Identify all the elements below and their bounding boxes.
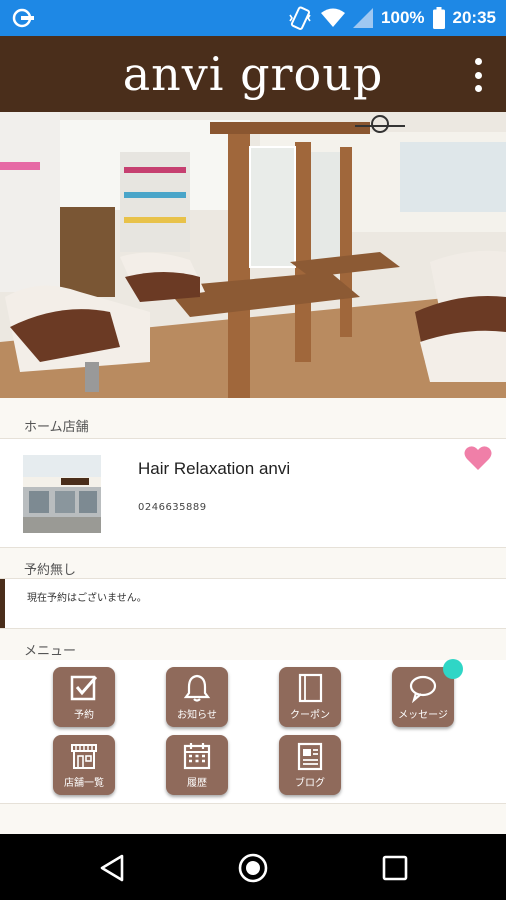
blog-label: ブログ xyxy=(295,778,325,789)
news-button[interactable]: お知らせ xyxy=(166,667,228,727)
coupon-label: クーポン xyxy=(290,710,330,721)
home-circle-icon[interactable] xyxy=(236,852,270,884)
news-label: お知らせ xyxy=(177,710,217,721)
vibrate-icon xyxy=(289,6,311,30)
recents-square-icon[interactable] xyxy=(378,852,412,884)
reservation-accent-bar xyxy=(0,579,5,628)
shop-list-label: 店舗一覧 xyxy=(64,778,104,789)
calendar-icon xyxy=(183,743,211,770)
blog-button[interactable]: ブログ xyxy=(279,735,341,795)
storefront-icon xyxy=(71,744,97,769)
shop-list-button[interactable]: 店舗一覧 xyxy=(53,735,115,795)
shop-name: Hair Relaxation anvi xyxy=(138,459,291,478)
blog-document-icon xyxy=(297,742,323,771)
app-bar: anvi group xyxy=(0,36,506,112)
coupon-button[interactable]: クーポン xyxy=(279,667,341,727)
salon-hero-image xyxy=(0,112,506,398)
clock: 20:35 xyxy=(452,8,496,27)
more-vert-icon[interactable] xyxy=(472,58,484,92)
heart-icon[interactable] xyxy=(464,445,492,471)
home-shop-card[interactable]: Hair Relaxation anvi 0246635889 xyxy=(0,438,506,548)
shop-thumbnail xyxy=(23,455,101,533)
history-button[interactable]: 履歴 xyxy=(166,735,228,795)
app-title: anvi group xyxy=(122,47,384,101)
message-button[interactable]: メッセージ xyxy=(392,659,463,727)
app-notification-icon xyxy=(12,8,34,28)
system-nav-bar xyxy=(0,834,506,900)
shop-phone[interactable]: 0246635889 xyxy=(138,502,207,513)
reserve-button[interactable]: 予約 xyxy=(53,667,115,727)
back-triangle-icon[interactable] xyxy=(96,852,130,884)
bell-icon xyxy=(183,674,211,702)
message-badge xyxy=(443,659,463,679)
history-label: 履歴 xyxy=(187,778,207,789)
reservation-message: 現在予約はございません。 xyxy=(27,593,147,604)
wifi-icon xyxy=(321,8,346,27)
status-bar: 100% 20:35 xyxy=(0,0,506,36)
signal-icon xyxy=(353,8,374,28)
coupon-book-icon xyxy=(298,673,323,703)
menu-grid: 予約 お知らせ クーポン メッセージ 店舗一覧 履歴 ブログ xyxy=(0,659,506,804)
battery-percent: 100% xyxy=(381,8,425,27)
reserve-label: 予約 xyxy=(74,710,94,721)
battery-icon xyxy=(432,7,445,29)
checkbox-icon xyxy=(70,675,98,701)
message-label: メッセージ xyxy=(398,710,448,721)
reservation-card: 現在予約はございません。 xyxy=(0,578,506,629)
chat-bubble-icon xyxy=(409,675,437,703)
